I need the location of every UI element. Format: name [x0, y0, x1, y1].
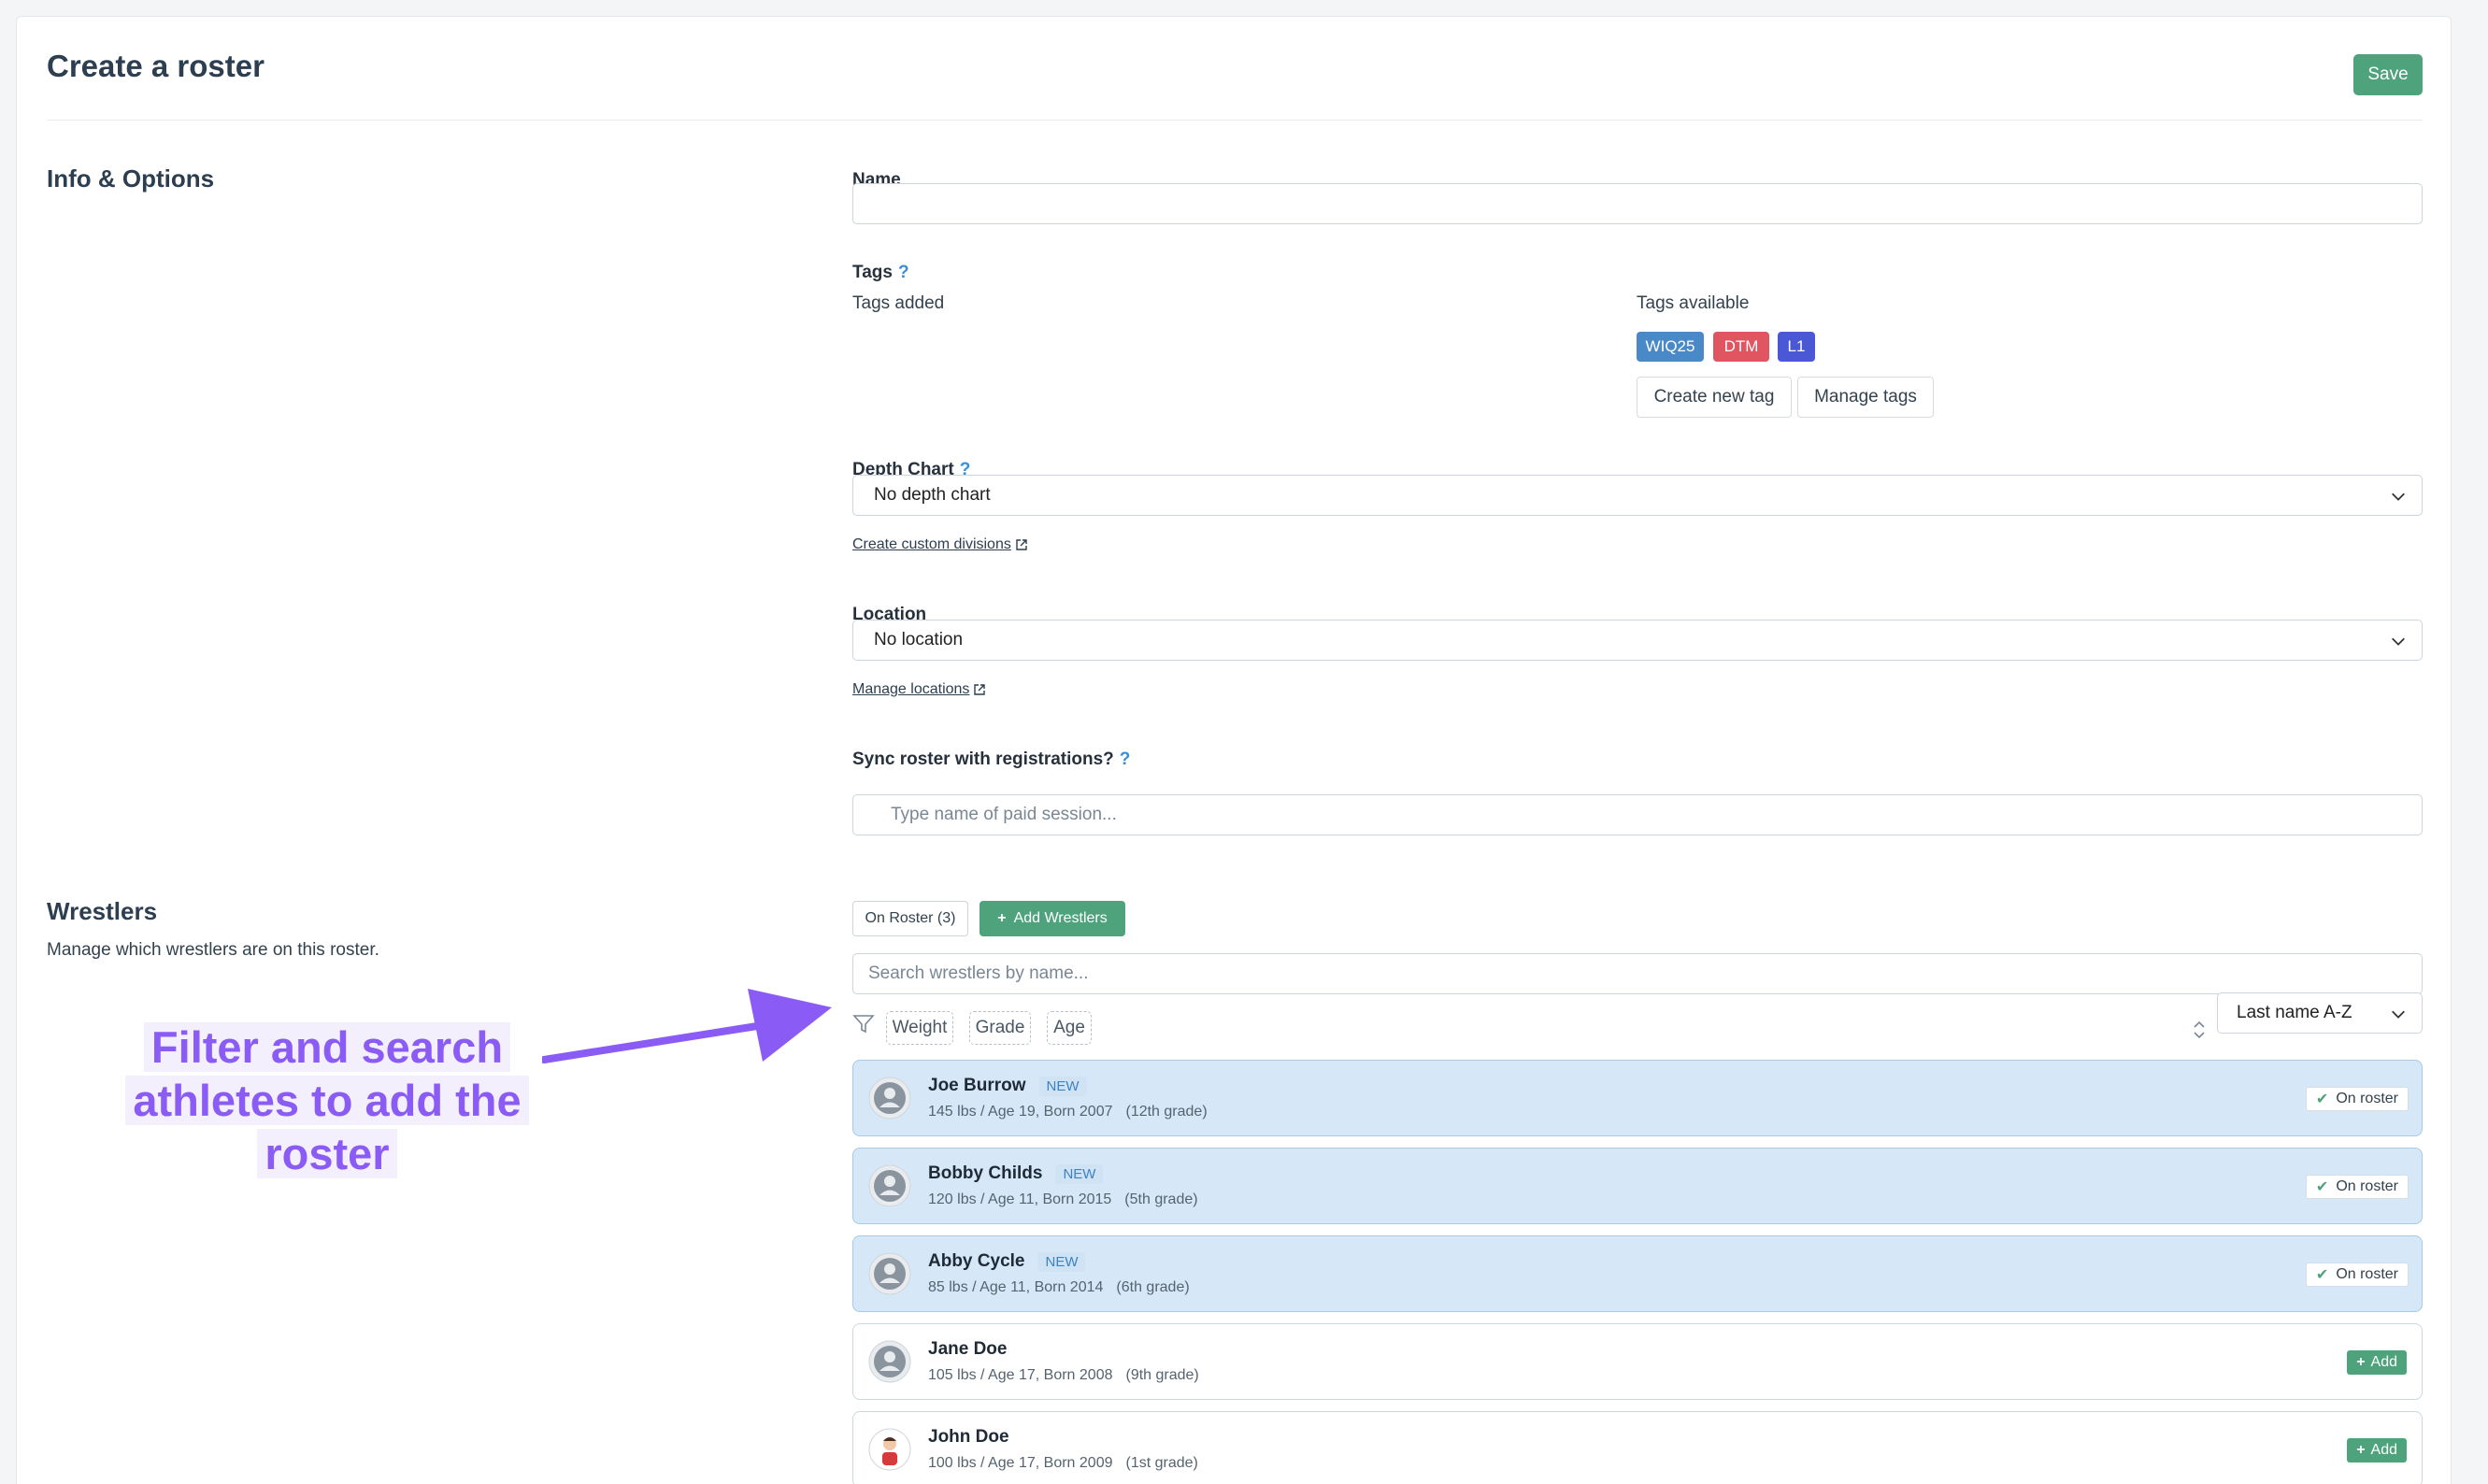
- manage-tags-button[interactable]: Manage tags: [1797, 377, 1934, 418]
- wrestler-row[interactable]: Abby Cycle NEW 85 lbs / Age 11, Born 2014…: [852, 1235, 2423, 1312]
- wrestler-meta: 100 lbs / Age 17, Born 2009 (1st grade): [928, 1455, 1198, 1471]
- tag-l1[interactable]: L1: [1778, 332, 1815, 362]
- info-options-title: Info & Options: [47, 164, 215, 193]
- wrestler-meta: 85 lbs / Age 11, Born 2014 (6th grade): [928, 1279, 1190, 1295]
- filter-grade[interactable]: Grade: [969, 1011, 1031, 1045]
- avatar-placeholder-icon: [868, 1252, 911, 1295]
- on-roster-button[interactable]: On Roster (3): [852, 901, 968, 936]
- annotation-line-1: Filter and search: [143, 1022, 511, 1072]
- search-wrestlers-input[interactable]: [852, 953, 2423, 994]
- location-value: No location: [874, 630, 964, 649]
- external-link-icon: [974, 684, 986, 695]
- wrestlers-description: Manage which wrestlers are on this roste…: [47, 940, 379, 960]
- wrestler-name: John Doe: [928, 1427, 1009, 1447]
- chevron-down-icon: [2392, 1010, 2405, 1019]
- tags-available-label: Tags available: [1637, 293, 1750, 313]
- new-badge: NEW: [1038, 1076, 1087, 1096]
- create-custom-divisions-link[interactable]: Create custom divisions: [852, 536, 1028, 553]
- avatar-photo-icon: [868, 1428, 911, 1471]
- annotation-line-2: athletes to add the: [125, 1076, 529, 1125]
- header-divider: [47, 120, 2423, 121]
- filter-age[interactable]: Age: [1047, 1011, 1092, 1045]
- name-input[interactable]: [852, 183, 2423, 224]
- check-icon: ✔: [2315, 1092, 2329, 1107]
- on-roster-status[interactable]: ✔ On roster: [2305, 1263, 2409, 1287]
- wrestler-meta: 105 lbs / Age 17, Born 2008 (9th grade): [928, 1367, 1199, 1383]
- wrestler-row[interactable]: Bobby Childs NEW 120 lbs / Age 11, Born 2…: [852, 1148, 2423, 1224]
- sync-label: Sync roster with registrations??: [852, 749, 1131, 769]
- avatar-placeholder-icon: [868, 1077, 911, 1120]
- wrestler-name: Abby Cycle NEW: [928, 1251, 1086, 1272]
- chevron-down-icon: [2392, 637, 2405, 646]
- sync-session-input[interactable]: [852, 794, 2423, 835]
- wrestler-row[interactable]: Joe Burrow NEW 145 lbs / Age 19, Born 200…: [852, 1060, 2423, 1136]
- wrestlers-title: Wrestlers: [47, 897, 158, 925]
- chevron-down-icon: [2392, 492, 2405, 501]
- avatar-placeholder-icon: [868, 1164, 911, 1207]
- sync-help-icon[interactable]: ?: [1120, 749, 1131, 769]
- add-wrestlers-button[interactable]: + Add Wrestlers: [979, 901, 1125, 936]
- plus-icon: +: [2356, 1442, 2366, 1458]
- depth-chart-select[interactable]: No depth chart: [852, 475, 2423, 516]
- external-link-icon: [1016, 539, 1027, 550]
- filter-weight[interactable]: Weight: [886, 1011, 953, 1045]
- check-icon: ✔: [2315, 1179, 2329, 1195]
- create-new-tag-button[interactable]: Create new tag: [1637, 377, 1792, 418]
- wrestler-meta: 120 lbs / Age 11, Born 2015 (5th grade): [928, 1191, 1198, 1207]
- annotation-line-3: roster: [257, 1129, 397, 1178]
- plus-icon: +: [997, 910, 1007, 926]
- on-roster-status[interactable]: ✔ On roster: [2305, 1087, 2409, 1111]
- tags-label: Tags?: [852, 263, 909, 282]
- tag-dtm[interactable]: DTM: [1713, 332, 1769, 362]
- sort-select[interactable]: Last name A-Z: [2217, 992, 2423, 1034]
- on-roster-status[interactable]: ✔ On roster: [2305, 1175, 2409, 1199]
- location-select[interactable]: No location: [852, 620, 2423, 661]
- save-button[interactable]: Save: [2353, 54, 2423, 95]
- wrestler-name: Joe Burrow NEW: [928, 1076, 1087, 1096]
- wrestler-name: Jane Doe: [928, 1339, 1008, 1359]
- wrestler-row[interactable]: Jane Doe 105 lbs / Age 17, Born 2008 (9th…: [852, 1323, 2423, 1400]
- sync-search: [852, 794, 2423, 835]
- wrestler-name: Bobby Childs NEW: [928, 1163, 1104, 1184]
- add-wrestler-button[interactable]: + Add: [2347, 1350, 2407, 1375]
- sort-icon[interactable]: [2191, 1019, 2208, 1041]
- add-wrestler-button[interactable]: + Add: [2347, 1438, 2407, 1463]
- plus-icon: +: [2356, 1354, 2366, 1370]
- manage-locations-link[interactable]: Manage locations: [852, 681, 986, 698]
- tag-wiq25[interactable]: WIQ25: [1637, 332, 1704, 362]
- filter-icon[interactable]: [852, 1013, 875, 1035]
- sort-value: Last name A-Z: [2237, 1003, 2352, 1022]
- page-title: Create a roster: [47, 49, 265, 83]
- wrestler-row[interactable]: John Doe 100 lbs / Age 17, Born 2009 (1st…: [852, 1411, 2423, 1484]
- annotation-arrow-icon: [542, 989, 832, 1063]
- annotation-callout: Filter and search athletes to add the ro…: [122, 1020, 533, 1180]
- new-badge: NEW: [1055, 1163, 1104, 1184]
- depth-chart-value: No depth chart: [874, 485, 991, 505]
- tags-added-label: Tags added: [852, 293, 945, 313]
- new-badge: NEW: [1037, 1251, 1086, 1272]
- avatar-placeholder-icon: [868, 1340, 911, 1383]
- check-icon: ✔: [2315, 1267, 2329, 1283]
- wrestler-meta: 145 lbs / Age 19, Born 2007 (12th grade): [928, 1104, 1208, 1120]
- tags-help-icon[interactable]: ?: [898, 263, 909, 282]
